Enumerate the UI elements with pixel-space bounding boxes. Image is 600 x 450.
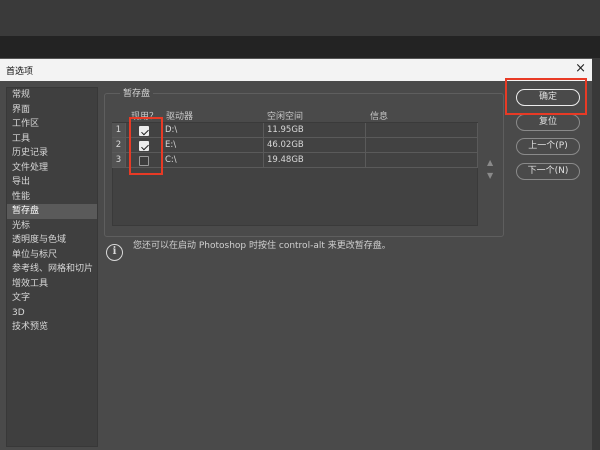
sidebar-item-transparency-gamut[interactable]: 透明度与色域 — [7, 233, 97, 248]
close-icon[interactable]: × — [575, 61, 586, 76]
sidebar-item-performance[interactable]: 性能 — [7, 190, 97, 205]
dialog-titlebar: 首选项 × — [0, 59, 592, 81]
info-cell — [366, 123, 478, 138]
move-down-icon[interactable]: ▼ — [487, 171, 493, 180]
move-up-icon[interactable]: ▲ — [487, 158, 493, 167]
sidebar-item-3d[interactable]: 3D — [7, 306, 97, 321]
info-message: 您还可以在启动 Photoshop 时按住 control-alt 来更改暂存盘… — [133, 241, 391, 251]
drive-cell: C:\ — [162, 153, 264, 168]
row-number: 2 — [112, 138, 126, 153]
free-space-cell: 11.95GB — [264, 123, 366, 138]
sidebar-item-history[interactable]: 历史记录 — [7, 146, 97, 161]
column-header-info: 信息 — [370, 112, 389, 122]
sidebar-item-cursors[interactable]: 光标 — [7, 219, 97, 234]
free-space-cell: 46.02GB — [264, 138, 366, 153]
active-checkbox[interactable] — [139, 126, 149, 136]
sidebar-item-file-handling[interactable]: 文件处理 — [7, 161, 97, 176]
scratch-disks-title: 暂存盘 — [120, 86, 154, 99]
ok-button[interactable]: 确定 — [516, 89, 580, 106]
sidebar-item-general[interactable]: 常规 — [7, 88, 97, 103]
info-cell — [366, 153, 478, 168]
column-header-active: 现用？ — [131, 112, 159, 122]
table-row[interactable]: 1 D:\ 11.95GB — [112, 123, 478, 138]
info-cell — [366, 138, 478, 153]
sidebar-item-scratch-disks[interactable]: 暂存盘 — [7, 204, 97, 219]
table-row[interactable]: 2 E:\ 46.02GB — [112, 138, 478, 153]
preferences-sidebar: 常规 界面 工作区 工具 历史记录 文件处理 导出 性能 暂存盘 光标 透明度与… — [6, 87, 98, 447]
sidebar-item-units-rulers[interactable]: 单位与标尺 — [7, 248, 97, 263]
sidebar-item-tools[interactable]: 工具 — [7, 132, 97, 147]
column-header-drive: 驱动器 — [166, 112, 194, 122]
sidebar-item-technology-previews[interactable]: 技术预览 — [7, 320, 97, 335]
sidebar-item-plugins[interactable]: 增效工具 — [7, 277, 97, 292]
reset-button[interactable]: 复位 — [516, 114, 580, 131]
column-header-free-space: 空闲空间 — [267, 112, 304, 122]
drive-cell: D:\ — [162, 123, 264, 138]
table-row[interactable]: 3 C:\ 19.48GB — [112, 153, 478, 168]
free-space-cell: 19.48GB — [264, 153, 366, 168]
sidebar-item-interface[interactable]: 界面 — [7, 103, 97, 118]
row-number: 1 — [112, 123, 126, 138]
info-icon: i — [106, 244, 123, 261]
dialog-title: 首选项 — [6, 67, 34, 77]
sidebar-item-export[interactable]: 导出 — [7, 175, 97, 190]
row-number: 3 — [112, 153, 126, 168]
sidebar-item-workspace[interactable]: 工作区 — [7, 117, 97, 132]
app-background-strip — [0, 36, 600, 58]
active-checkbox[interactable] — [139, 141, 149, 151]
drive-cell: E:\ — [162, 138, 264, 153]
next-button[interactable]: 下一个(N) — [516, 163, 580, 180]
sidebar-item-type[interactable]: 文字 — [7, 291, 97, 306]
sidebar-item-guides-grid-slices[interactable]: 参考线、网格和切片 — [7, 262, 97, 277]
previous-button[interactable]: 上一个(P) — [516, 138, 580, 155]
active-checkbox[interactable] — [139, 156, 149, 166]
